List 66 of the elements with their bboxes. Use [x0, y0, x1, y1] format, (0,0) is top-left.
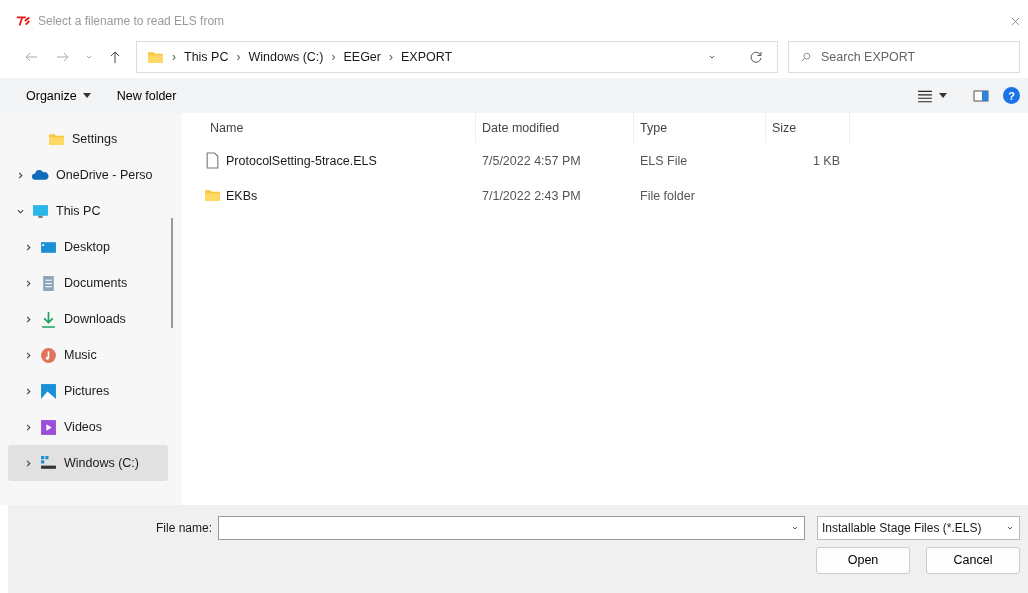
chevron-right-icon[interactable] [24, 422, 33, 432]
sidebar-item[interactable]: OneDrive - Perso [8, 157, 168, 193]
music-icon [40, 346, 57, 364]
chevron-right-icon[interactable] [24, 458, 33, 468]
file-icon [204, 152, 221, 169]
breadcrumb-item[interactable]: EXPORT [401, 50, 453, 64]
sidebar-item[interactable]: This PC [8, 193, 168, 229]
breadcrumb-item[interactable]: Windows (C:) [248, 50, 324, 64]
chevron-right-icon[interactable] [24, 314, 33, 324]
document-icon [40, 274, 57, 292]
address-bar[interactable]: › This PC › Windows (C:) › EEGer › EXPORT [136, 41, 778, 73]
column-header[interactable]: Type [634, 113, 766, 143]
sidebar-item[interactable]: Documents [8, 265, 168, 301]
separator-icon: › [331, 50, 336, 64]
separator-icon: › [172, 50, 176, 64]
file-name[interactable]: EKBs [226, 188, 258, 203]
caret-icon [82, 93, 91, 98]
chevron-right-icon[interactable] [24, 386, 33, 396]
app-logo-icon [16, 15, 32, 27]
download-icon [40, 310, 57, 328]
dialog-button[interactable]: Open [816, 546, 910, 574]
sidebar-item[interactable]: Windows (C:) [8, 445, 168, 481]
sidebar-item[interactable]: Desktop [8, 229, 168, 265]
video-icon [40, 418, 57, 436]
table-cell-text: File folder [639, 188, 696, 203]
window-title: Select a filename to read ELS from [38, 14, 225, 28]
file-name[interactable]: ProtocolSetting-5trace.ELS [226, 153, 377, 168]
picture-icon [40, 382, 57, 400]
sidebar-item[interactable]: Pictures [8, 373, 168, 409]
dialog-button[interactable]: Cancel [926, 546, 1020, 574]
table-cell-text: 7/1/2022 2:43 PM [481, 188, 582, 203]
drive-icon [40, 454, 57, 472]
search-field[interactable]: Search EXPORT [788, 41, 1020, 73]
file-name-field[interactable] [218, 516, 805, 540]
table-cell-text: 1 KB [811, 153, 841, 168]
up-arrow-icon[interactable] [108, 50, 122, 64]
column-header[interactable]: Date modified [476, 113, 634, 143]
sidebar-item[interactable]: Music [8, 337, 168, 373]
column-header[interactable]: Size [766, 113, 850, 143]
field-label: File name: [156, 521, 213, 535]
close-icon[interactable] [1011, 16, 1020, 26]
file-type-dropdown[interactable]: Installable Stage Files (*.ELS) [817, 516, 1020, 540]
caret-icon[interactable] [939, 93, 947, 98]
monitor-icon [32, 202, 49, 220]
view-list-icon[interactable] [917, 88, 933, 103]
help-button[interactable]: ? [1003, 87, 1020, 104]
column-header[interactable]: Name [204, 113, 476, 143]
chevron-right-icon[interactable] [24, 242, 33, 252]
separator-icon: › [389, 50, 393, 64]
refresh-icon[interactable] [749, 50, 763, 64]
breadcrumb-item[interactable]: This PC [184, 50, 229, 64]
chevron-right-icon[interactable] [24, 278, 33, 288]
chevron-right-icon[interactable] [16, 170, 25, 180]
chevron-right-icon[interactable] [24, 350, 33, 360]
sidebar-item[interactable]: Settings [8, 121, 168, 157]
preview-pane-icon[interactable] [973, 88, 989, 103]
breadcrumb-item[interactable]: EEGer [343, 50, 381, 64]
toolbar-button[interactable]: New folder [106, 84, 187, 107]
search-icon [801, 52, 811, 62]
separator-icon: › [236, 50, 241, 64]
sidebar-item[interactable]: Videos [8, 409, 168, 445]
folder-icon [204, 187, 221, 204]
table-cell-text: ELS File [639, 153, 689, 168]
table-cell-text: 7/5/2022 4:57 PM [481, 153, 582, 168]
sidebar-item[interactable]: Downloads [8, 301, 168, 337]
toolbar-button[interactable]: Organize [16, 84, 101, 107]
